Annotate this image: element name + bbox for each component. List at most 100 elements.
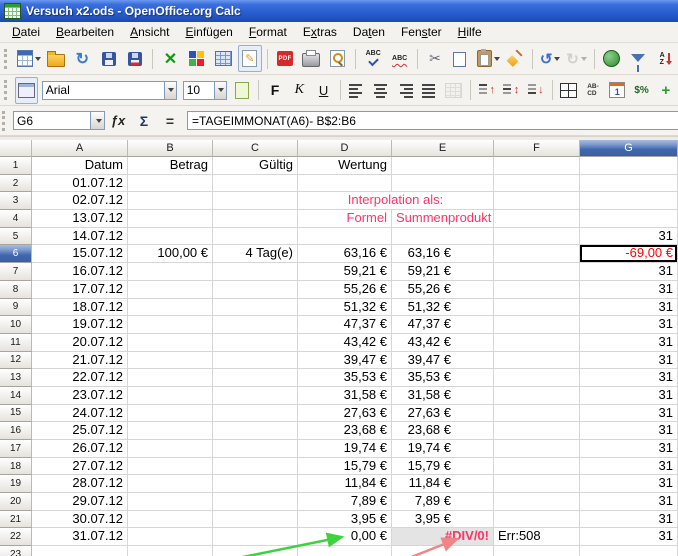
cell-G23[interactable] bbox=[580, 546, 678, 556]
cell-F8[interactable] bbox=[494, 281, 580, 299]
export-pdf-button[interactable]: PDF bbox=[273, 45, 297, 72]
cell-E20[interactable]: 7,89 € bbox=[392, 493, 494, 511]
cell-A3[interactable]: 02.07.12 bbox=[32, 192, 128, 210]
cell-B17[interactable] bbox=[128, 440, 213, 458]
cell-E6[interactable]: 63,16 € bbox=[392, 245, 494, 263]
menu-fenster[interactable]: Fenster bbox=[393, 23, 450, 41]
cell-G13[interactable]: 31 bbox=[580, 369, 678, 387]
cell-C2[interactable] bbox=[213, 175, 298, 193]
row-header-22[interactable]: 22 bbox=[0, 528, 32, 546]
copy-button[interactable] bbox=[449, 45, 473, 72]
cell-D8[interactable]: 55,26 € bbox=[298, 281, 392, 299]
align-left-button[interactable] bbox=[346, 77, 368, 104]
menu-format[interactable]: Format bbox=[241, 23, 295, 41]
cell-D18[interactable]: 15,79 € bbox=[298, 458, 392, 476]
cell-C5[interactable] bbox=[213, 228, 298, 246]
new-document-button[interactable] bbox=[16, 45, 42, 72]
cell-D14[interactable]: 31,58 € bbox=[298, 387, 392, 405]
row-header-7[interactable]: 7 bbox=[0, 263, 32, 281]
cell-A4[interactable]: 13.07.12 bbox=[32, 210, 128, 228]
cell-B9[interactable] bbox=[128, 299, 213, 317]
cell-A13[interactable]: 22.07.12 bbox=[32, 369, 128, 387]
cell-C16[interactable] bbox=[213, 422, 298, 440]
cell-C10[interactable] bbox=[213, 316, 298, 334]
cell-D21[interactable]: 3,95 € bbox=[298, 511, 392, 529]
cell-C23[interactable] bbox=[213, 546, 298, 556]
cell-A20[interactable]: 29.07.12 bbox=[32, 493, 128, 511]
cell-C4[interactable] bbox=[213, 210, 298, 228]
cell-C22[interactable] bbox=[213, 528, 298, 546]
cell-C6[interactable]: 4 Tag(e) bbox=[213, 245, 298, 263]
cell-F18[interactable] bbox=[494, 458, 580, 476]
cell-A10[interactable]: 19.07.12 bbox=[32, 316, 128, 334]
insert-table-button[interactable] bbox=[211, 45, 235, 72]
cell-E13[interactable]: 35,53 € bbox=[392, 369, 494, 387]
row-header-16[interactable]: 16 bbox=[0, 422, 32, 440]
cell-F14[interactable] bbox=[494, 387, 580, 405]
row-header-13[interactable]: 13 bbox=[0, 369, 32, 387]
cell-C1[interactable]: Gültig bbox=[213, 157, 298, 175]
filter-button[interactable] bbox=[626, 45, 650, 72]
bold-button[interactable]: F bbox=[264, 77, 286, 104]
cell-B15[interactable] bbox=[128, 405, 213, 423]
cell-C21[interactable] bbox=[213, 511, 298, 529]
cell-D20[interactable]: 7,89 € bbox=[298, 493, 392, 511]
cell-F9[interactable] bbox=[494, 299, 580, 317]
row-header-21[interactable]: 21 bbox=[0, 511, 32, 529]
sum-button[interactable]: Σ bbox=[132, 110, 156, 132]
italic-button[interactable]: K bbox=[288, 77, 310, 104]
name-box-input[interactable] bbox=[14, 112, 90, 129]
cell-C13[interactable] bbox=[213, 369, 298, 387]
cell-D5[interactable] bbox=[298, 228, 392, 246]
cell-F17[interactable] bbox=[494, 440, 580, 458]
paste-button[interactable] bbox=[476, 45, 501, 72]
cell-E16[interactable]: 23,68 € bbox=[392, 422, 494, 440]
hyperlink-button[interactable] bbox=[600, 45, 624, 72]
cell-F2[interactable] bbox=[494, 175, 580, 193]
row-header-19[interactable]: 19 bbox=[0, 475, 32, 493]
edit-file-button[interactable]: ✎ bbox=[238, 45, 262, 72]
cell-F5[interactable] bbox=[494, 228, 580, 246]
cell-C14[interactable] bbox=[213, 387, 298, 405]
cell-G17[interactable]: 31 bbox=[580, 440, 678, 458]
cell-C11[interactable] bbox=[213, 334, 298, 352]
spelling-button[interactable]: ABC bbox=[361, 45, 385, 72]
open-button[interactable] bbox=[44, 45, 68, 72]
cell-F23[interactable] bbox=[494, 546, 580, 556]
cell-E14[interactable]: 31,58 € bbox=[392, 387, 494, 405]
column-header-C[interactable]: C bbox=[213, 140, 298, 157]
cell-G10[interactable]: 31 bbox=[580, 316, 678, 334]
cell-A23[interactable] bbox=[32, 546, 128, 556]
cell-C20[interactable] bbox=[213, 493, 298, 511]
date-format-button[interactable]: 1 bbox=[606, 77, 628, 104]
cell-C9[interactable] bbox=[213, 299, 298, 317]
menu-daten[interactable]: Daten bbox=[345, 23, 393, 41]
column-header-A[interactable]: A bbox=[32, 140, 128, 157]
page-preview-button[interactable] bbox=[326, 45, 350, 72]
borders-button[interactable] bbox=[558, 77, 580, 104]
row-header-15[interactable]: 15 bbox=[0, 405, 32, 423]
cell-D4[interactable]: Formel bbox=[298, 210, 392, 228]
cell-B23[interactable] bbox=[128, 546, 213, 556]
cell-B13[interactable] bbox=[128, 369, 213, 387]
save-as-button[interactable] bbox=[123, 45, 147, 72]
align-bottom-button[interactable]: ↓ bbox=[524, 77, 546, 104]
cell-B6[interactable]: 100,00 € bbox=[128, 245, 213, 263]
gallery-button[interactable] bbox=[185, 45, 209, 72]
cell-G18[interactable]: 31 bbox=[580, 458, 678, 476]
cell-A5[interactable]: 14.07.12 bbox=[32, 228, 128, 246]
sort-descending-button[interactable]: A Z bbox=[652, 45, 676, 72]
cell-A14[interactable]: 23.07.12 bbox=[32, 387, 128, 405]
select-all-corner[interactable] bbox=[0, 140, 32, 157]
cell-E17[interactable]: 19,74 € bbox=[392, 440, 494, 458]
save-button[interactable] bbox=[97, 45, 121, 72]
cell-B11[interactable] bbox=[128, 334, 213, 352]
font-size-input[interactable] bbox=[184, 82, 214, 99]
styles-button[interactable] bbox=[15, 77, 37, 104]
column-header-D[interactable]: D bbox=[298, 140, 392, 157]
row-header-6[interactable]: 6 bbox=[0, 245, 32, 263]
cell-B4[interactable] bbox=[128, 210, 213, 228]
cell-A1[interactable]: Datum bbox=[32, 157, 128, 175]
cell-G12[interactable]: 31 bbox=[580, 352, 678, 370]
number-format-button[interactable]: $% bbox=[630, 77, 652, 104]
